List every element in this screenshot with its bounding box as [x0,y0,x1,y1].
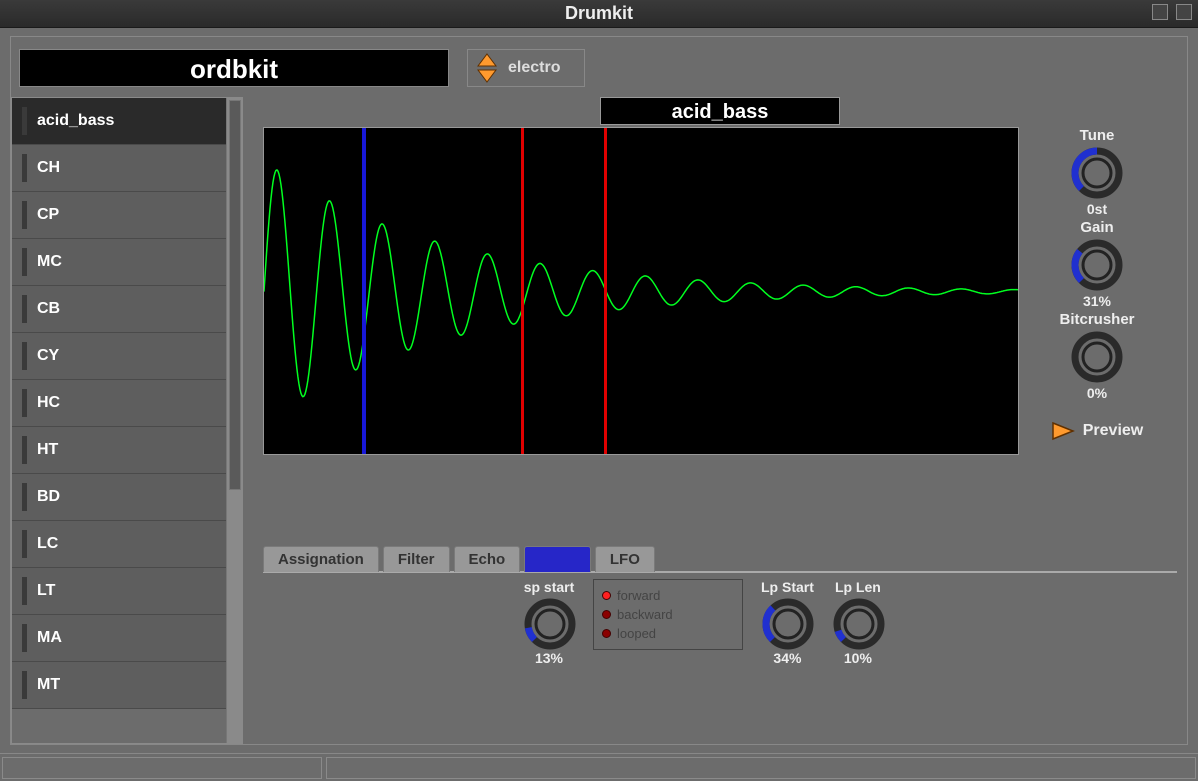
radio-label: forward [617,588,660,603]
status-bar [0,753,1198,781]
list-item-label: HC [37,394,60,412]
drag-handle-icon [22,154,27,182]
list-item[interactable]: CY [12,333,228,380]
lp-start-knob[interactable] [761,597,813,649]
loop-end-marker[interactable] [604,128,607,454]
tune-knob-value: 0st [1070,201,1124,217]
radio-label: backward [617,607,673,622]
list-item-label: MA [37,629,62,647]
tab-loop[interactable]: Loop [524,546,591,572]
list-item[interactable]: HT [12,427,228,474]
tab-filter[interactable]: Filter [383,546,450,572]
status-segment-1 [2,757,322,779]
tab-assignation[interactable]: Assignation [263,546,379,572]
drag-handle-icon [22,436,27,464]
drag-handle-icon [22,248,27,276]
tab-echo[interactable]: Echo [454,546,521,572]
drag-handle-icon [22,671,27,699]
list-item[interactable]: BD [12,474,228,521]
list-item-label: CB [37,300,60,318]
tab-label: Assignation [278,551,364,568]
tab-lfo[interactable]: LFO [595,546,655,572]
lp-start-value: 34% [761,650,814,666]
gain-knob-value: 31% [1070,293,1124,309]
drag-handle-icon [22,107,27,135]
tune-knob-label: Tune [1070,127,1124,144]
sp-start-knob[interactable] [523,597,575,649]
window-titlebar: Drumkit [0,0,1198,28]
drag-handle-icon [22,483,27,511]
list-item[interactable]: MT [12,662,228,709]
lp-len-label: Lp Len [832,579,884,595]
list-item[interactable]: LT [12,568,228,615]
tab-label: Filter [398,551,435,568]
list-item[interactable]: LC [12,521,228,568]
drag-handle-icon [22,389,27,417]
play-icon [1051,421,1075,441]
list-item-label: CH [37,159,60,177]
drag-handle-icon [22,342,27,370]
drag-handle-icon [22,624,27,652]
radio-label: looped [617,626,656,641]
list-item-label: MC [37,253,62,271]
window-title: Drumkit [565,3,633,24]
radio-backward[interactable]: backward [602,605,734,624]
preview-label: Preview [1083,422,1143,440]
list-item-label: BD [37,488,60,506]
radio-dot-icon [602,629,611,638]
list-item[interactable]: HC [12,380,228,427]
lp-start-label: Lp Start [761,579,814,595]
sample-name[interactable]: acid_bass [600,97,840,125]
list-item-label: LC [37,535,58,553]
radio-dot-icon [602,610,611,619]
scrollbar[interactable] [226,98,242,743]
drag-handle-icon [22,295,27,323]
status-segment-2 [326,757,1196,779]
radio-dot-icon [602,591,611,600]
tab-strip: Assignation Filter Echo Loop LFO [263,545,1177,573]
gain-knob-label: Gain [1070,219,1124,236]
list-item-label: HT [37,441,58,459]
kit-name-field[interactable]: ordbkit [19,49,449,87]
radio-looped[interactable]: looped [602,624,734,643]
drag-handle-icon [22,530,27,558]
list-item[interactable]: CP [12,192,228,239]
loop-start-marker[interactable] [521,128,524,454]
list-item-label: MT [37,676,60,694]
list-item[interactable]: MC [12,239,228,286]
play-marker[interactable] [362,128,366,454]
list-item-label: CP [37,206,59,224]
waveform-display[interactable] [263,127,1019,455]
gain-knob[interactable] [1070,238,1124,292]
sp-start-value: 13% [523,650,575,666]
preset-selector[interactable]: electro [467,49,585,87]
direction-radio-group: forward backward looped [593,579,743,650]
preview-button[interactable]: Preview [1051,421,1143,441]
tab-label: Echo [469,551,506,568]
list-item-label: LT [37,582,55,600]
bitcrusher-knob-label: Bitcrusher [1059,311,1134,328]
sp-start-label: sp start [523,579,575,595]
list-item-label: CY [37,347,59,365]
maximize-icon[interactable] [1176,4,1192,20]
list-item[interactable]: CH [12,145,228,192]
tab-label: LFO [610,551,640,568]
preset-label: electro [508,59,560,77]
list-item-label: acid_bass [37,112,114,130]
list-item[interactable]: CB [12,286,228,333]
spinner-arrows-icon[interactable] [476,52,498,84]
sample-list: acid_bass CH CP MC CB CY HC HT BD LC LT MA MT [11,97,243,744]
list-item[interactable]: acid_bass [12,98,228,145]
drag-handle-icon [22,201,27,229]
drag-handle-icon [22,577,27,605]
minimize-icon[interactable] [1152,4,1168,20]
lp-len-knob[interactable] [832,597,884,649]
radio-forward[interactable]: forward [602,586,734,605]
scroll-thumb[interactable] [229,100,241,490]
list-item[interactable]: MA [12,615,228,662]
bitcrusher-knob-value: 0% [1059,385,1134,401]
bitcrusher-knob[interactable] [1070,330,1124,384]
lp-len-value: 10% [832,650,884,666]
tune-knob[interactable] [1070,146,1124,200]
